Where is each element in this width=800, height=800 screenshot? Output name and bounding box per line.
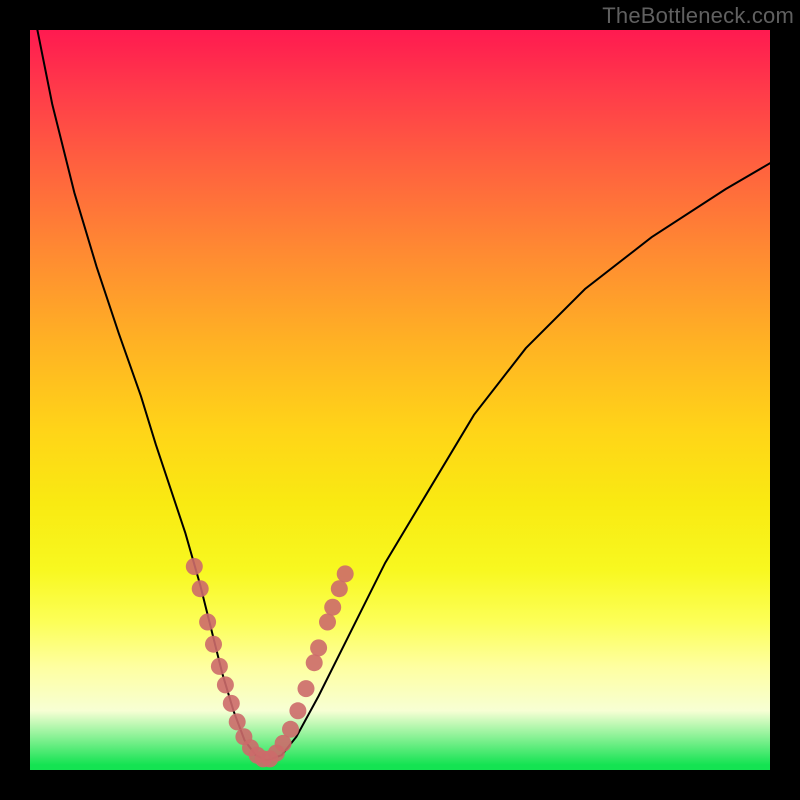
highlight-dot	[186, 558, 203, 575]
highlight-dot	[289, 702, 306, 719]
chart-frame: TheBottleneck.com	[0, 0, 800, 800]
highlight-dot	[324, 599, 341, 616]
highlight-dot	[337, 565, 354, 582]
bottleneck-curve	[30, 30, 770, 760]
plot-area	[30, 30, 770, 770]
highlight-dot	[282, 721, 299, 738]
highlight-dot	[310, 639, 327, 656]
highlight-dot	[306, 654, 323, 671]
highlight-dot	[199, 614, 216, 631]
highlight-dot	[205, 636, 222, 653]
highlight-dot	[229, 713, 246, 730]
watermark-text: TheBottleneck.com	[602, 3, 794, 29]
highlight-dots	[186, 558, 354, 767]
highlight-dot	[211, 658, 228, 675]
chart-svg	[30, 30, 770, 770]
highlight-dot	[319, 614, 336, 631]
highlight-dot	[192, 580, 209, 597]
highlight-dot	[223, 695, 240, 712]
highlight-dot	[217, 676, 234, 693]
highlight-dot	[331, 580, 348, 597]
highlight-dot	[298, 680, 315, 697]
